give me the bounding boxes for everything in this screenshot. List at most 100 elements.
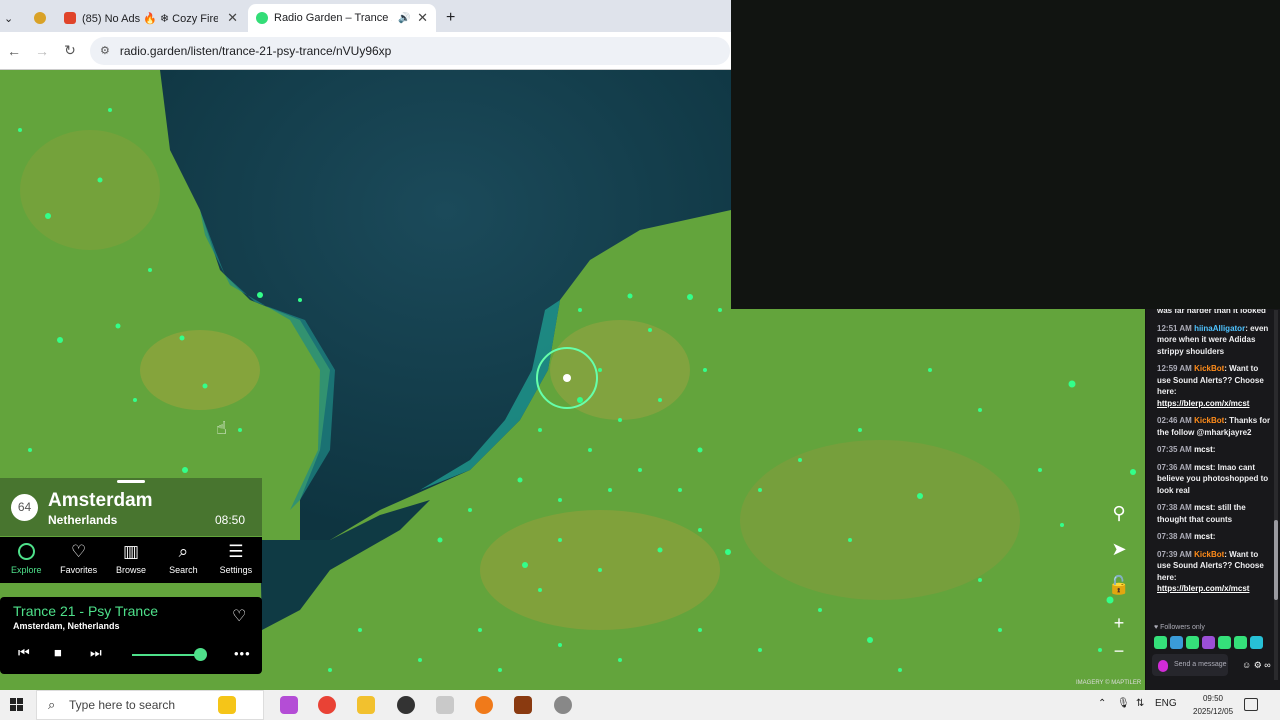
tab-close-icon[interactable]: ✕ xyxy=(417,10,428,26)
forward-icon[interactable]: → xyxy=(28,43,56,59)
network-icon[interactable]: ⇅ xyxy=(1136,698,1144,709)
tab-close-icon[interactable]: ✕ xyxy=(227,10,238,26)
nav-settings[interactable]: ☰ Settings xyxy=(210,537,262,583)
browser-toolbar: ← → ↻ ⚙ radio.garden/listen/trance-21-ps… xyxy=(0,32,731,70)
tab-list-button[interactable]: ⌄ xyxy=(0,4,18,32)
tray-chevron-icon[interactable]: ⌃ xyxy=(1098,698,1106,709)
chat-message: 07:39 AM KickBot: Want to use Sound Aler… xyxy=(1146,549,1280,595)
chrome-icon[interactable] xyxy=(318,696,336,714)
hand-cursor-icon: ☝ xyxy=(216,418,227,438)
chat-username[interactable]: mcst xyxy=(1194,503,1213,512)
app-icon[interactable] xyxy=(554,696,572,714)
chat-text: : xyxy=(1212,445,1216,454)
nav-explore[interactable]: Explore xyxy=(0,537,52,583)
chat-link[interactable]: https://blerp.com/x/mcst xyxy=(1157,584,1249,593)
browser-tabstrip: ⌄ (85) No Ads 🔥 ❄ Cozy Fire ✕ Radio Gard… xyxy=(0,0,731,32)
chat-username[interactable]: mcst xyxy=(1194,463,1213,472)
chat-timestamp: 07:39 AM xyxy=(1157,549,1195,559)
nav-search[interactable]: ⌕ Search xyxy=(157,537,209,583)
drag-handle[interactable] xyxy=(117,480,145,483)
stream-video-area xyxy=(731,0,1280,309)
chat-scrollbar-thumb[interactable] xyxy=(1274,520,1278,600)
chat-scrollbar[interactable] xyxy=(1274,310,1278,680)
nav-label: Explore xyxy=(10,565,42,575)
nav-browse[interactable]: ▥ Browse xyxy=(105,537,157,583)
emote-icon[interactable] xyxy=(1170,636,1183,649)
chat-tools[interactable]: ☺ ⚙ ∞ xyxy=(1242,660,1271,672)
station-location: Amsterdam, Netherlands xyxy=(13,621,120,631)
tab-radio-garden[interactable]: Radio Garden – Trance 21 - 🔊 ✕ xyxy=(248,4,436,32)
tab-cozy-fire[interactable]: (85) No Ads 🔥 ❄ Cozy Fire ✕ xyxy=(56,4,246,32)
chat-message: 07:38 AM mcst: xyxy=(1146,531,1280,543)
chat-message: 07:36 AM mcst: lmao cant believe you pho… xyxy=(1146,462,1280,497)
chat-timestamp: 07:38 AM xyxy=(1157,532,1195,541)
back-icon[interactable]: ← xyxy=(0,43,28,59)
favorite-heart-icon[interactable]: ♡ xyxy=(232,606,246,626)
chat-link[interactable]: https://blerp.com/x/mcst xyxy=(1157,399,1249,408)
nav-label: Browse xyxy=(116,565,147,575)
chat-message: 02:46 AM KickBot: Thanks for the follow … xyxy=(1146,415,1280,438)
next-icon[interactable]: ⏭ xyxy=(90,645,102,661)
locate-icon[interactable]: ➤ xyxy=(1106,536,1132,562)
previous-icon[interactable]: ⏮ xyxy=(18,645,30,661)
bottom-nav: Explore ♡ Favorites ▥ Browse ⌕ Search ☰ … xyxy=(0,537,262,583)
stream-chat: was far harder than it looked 12:51 AM hi… xyxy=(1146,309,1280,690)
emote-bar xyxy=(1154,636,1263,649)
new-tab-button[interactable]: + xyxy=(438,4,462,32)
chat-username[interactable]: mcst xyxy=(1194,532,1213,541)
place-panel[interactable]: 64 Amsterdam Netherlands 08:50 xyxy=(0,478,262,536)
language-indicator[interactable]: ENG xyxy=(1155,698,1177,709)
emote-icon[interactable] xyxy=(1218,636,1231,649)
player-panel: Trance 21 - Psy Trance Amsterdam, Nether… xyxy=(0,597,262,674)
system-clock[interactable]: 09:50 2025/12/05 xyxy=(1193,692,1233,718)
zoom-in-button[interactable]: + xyxy=(1106,610,1132,636)
explore-icon xyxy=(17,543,35,561)
map-attribution: IMAGERY © MAPTILER xyxy=(1076,680,1142,686)
chat-username[interactable]: hiinaAlligator xyxy=(1194,324,1245,333)
chat-message: 07:38 AM mcst: still the thought that co… xyxy=(1146,502,1280,525)
tab-favicon-icon xyxy=(64,12,76,24)
pin-icon[interactable]: ⚲ xyxy=(1106,500,1132,526)
tab-title: (85) No Ads 🔥 ❄ Cozy Fire xyxy=(82,12,218,25)
emote-icon[interactable] xyxy=(1250,636,1263,649)
app-icon[interactable] xyxy=(280,696,298,714)
reload-icon[interactable]: ↻ xyxy=(56,42,84,59)
chat-username[interactable]: KickBot xyxy=(1194,416,1224,425)
obs-icon[interactable] xyxy=(397,696,415,714)
copilot-sparkle-icon[interactable] xyxy=(218,696,236,714)
pinned-tab[interactable] xyxy=(26,4,50,32)
nav-label: Favorites xyxy=(60,565,98,575)
emote-icon[interactable] xyxy=(1186,636,1199,649)
game-icon[interactable] xyxy=(514,696,532,714)
nav-favorites[interactable]: ♡ Favorites xyxy=(52,537,104,583)
chat-username[interactable]: mcst xyxy=(1194,445,1213,454)
stop-icon[interactable]: ■ xyxy=(54,645,62,660)
chat-username[interactable]: KickBot xyxy=(1194,550,1224,559)
chat-message: 12:51 AM hiinaAlligator: even more when … xyxy=(1146,323,1280,358)
station-name[interactable]: Trance 21 - Psy Trance xyxy=(13,603,158,619)
more-options-icon[interactable]: ••• xyxy=(234,646,251,661)
site-settings-icon[interactable]: ⚙ xyxy=(100,44,110,57)
heart-icon: ♡ xyxy=(70,542,87,561)
lock-icon[interactable]: 🔓 xyxy=(1106,572,1132,598)
volume-knob[interactable] xyxy=(193,648,207,661)
file-explorer-icon[interactable] xyxy=(357,696,375,714)
pinned-tab-icon xyxy=(34,12,46,24)
chat-username[interactable]: KickBot xyxy=(1194,364,1224,373)
emote-icon[interactable] xyxy=(1234,636,1247,649)
emote-icon[interactable] xyxy=(1202,636,1215,649)
address-bar[interactable]: ⚙ radio.garden/listen/trance-21-psy-tran… xyxy=(90,36,730,65)
clock-time: 09:50 xyxy=(1202,694,1224,703)
notification-icon[interactable] xyxy=(1244,698,1258,711)
start-windows-icon[interactable] xyxy=(10,698,24,712)
speaker-icon[interactable]: 🔊 xyxy=(398,13,410,24)
app-icon[interactable] xyxy=(436,696,454,714)
browser-icon[interactable] xyxy=(475,696,493,714)
local-time: 08:50 xyxy=(215,513,246,527)
zoom-out-button[interactable]: − xyxy=(1106,638,1132,664)
tab-favicon-icon xyxy=(256,12,268,24)
nav-label: Settings xyxy=(219,565,253,575)
tab-title: Radio Garden – Trance 21 - xyxy=(274,12,392,24)
emote-icon[interactable] xyxy=(1154,636,1167,649)
microphone-icon[interactable]: 🎙 xyxy=(1117,698,1130,709)
